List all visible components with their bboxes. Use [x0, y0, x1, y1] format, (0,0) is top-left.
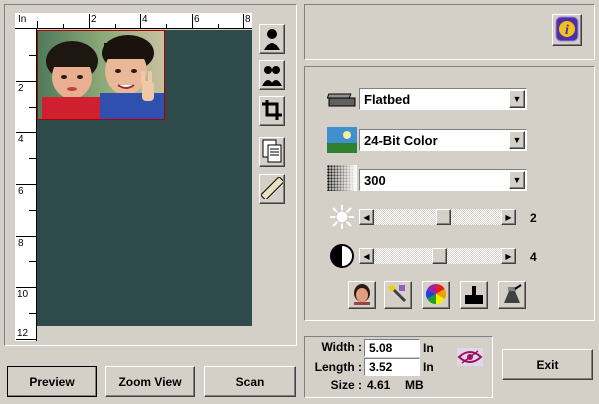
length-unit: In — [423, 360, 434, 374]
resolution-select[interactable]: 300 ▼ — [359, 169, 527, 191]
brightness-slider[interactable]: ◀ ▶ — [359, 208, 516, 226]
zoom-view-button[interactable]: Zoom View — [105, 366, 195, 397]
auto-level-icon — [351, 283, 373, 308]
ruler-top-tick: 4 — [142, 14, 148, 25]
svg-text:i: i — [565, 23, 569, 38]
crop-button[interactable] — [259, 96, 285, 126]
color-mode-value: 24-Bit Color — [364, 132, 438, 148]
auto-crop-button[interactable] — [259, 60, 285, 90]
ruler-left-tick: 2 — [18, 83, 24, 94]
ruler-top-tick: 8 — [245, 14, 251, 25]
multi-page-icon — [262, 139, 282, 166]
auto-crop-icon — [262, 62, 282, 89]
ruler-icon — [259, 175, 285, 202]
scan-button[interactable]: Scan — [204, 366, 296, 397]
scanner-settings-button[interactable] — [498, 281, 526, 309]
exit-button-label: Exit — [536, 357, 559, 372]
exit-button[interactable]: Exit — [502, 349, 593, 380]
ruler-top-tick: 2 — [91, 14, 97, 25]
ruler-left-tick: 4 — [18, 134, 24, 145]
resolution-dots-icon — [327, 165, 357, 194]
preview-button-label: Preview — [29, 374, 75, 389]
width-label: Width : — [321, 340, 362, 354]
preview-button[interactable]: Preview — [7, 366, 97, 397]
resolution-value: 300 — [364, 172, 386, 188]
size-label: Size : — [330, 378, 362, 392]
ruler-left-tick: 12 — [17, 328, 29, 339]
color-balance-icon — [425, 283, 447, 308]
tone-curve-button[interactable] — [460, 281, 488, 309]
width-unit: In — [423, 341, 434, 355]
left-ruler: 2 4 6 8 10 12 — [15, 29, 37, 341]
ruler-left-tick: 6 — [18, 186, 24, 197]
portrait-button[interactable] — [259, 24, 285, 54]
portrait-icon — [262, 26, 282, 53]
contrast-icon — [329, 243, 355, 272]
brightness-track[interactable] — [374, 209, 501, 225]
length-field[interactable]: 3.52 — [364, 358, 420, 376]
chevron-down-icon[interactable]: ▼ — [509, 171, 525, 189]
contrast-thumb[interactable] — [432, 248, 447, 264]
preview-eye-button[interactable] — [455, 346, 485, 370]
scan-button-label: Scan — [235, 374, 265, 389]
zoom-view-button-label: Zoom View — [118, 374, 182, 389]
slider-right-arrow[interactable]: ▶ — [501, 209, 516, 225]
crop-icon — [262, 99, 282, 124]
flatbed-scanner-icon — [326, 88, 357, 113]
width-field[interactable]: 5.08 — [364, 339, 420, 357]
scan-source-value: Flatbed — [364, 91, 411, 107]
scan-bed-margin — [37, 326, 252, 341]
ruler-left-tick: 8 — [18, 238, 24, 249]
length-label: Length : — [314, 360, 362, 374]
ruler-top-tick: 6 — [194, 14, 200, 25]
slider-right-arrow[interactable]: ▶ — [501, 248, 516, 264]
color-mode-select[interactable]: 24-Bit Color ▼ — [359, 129, 527, 151]
scan-source-select[interactable]: Flatbed ▼ — [359, 88, 527, 110]
brightness-sun-icon — [329, 204, 355, 233]
brightness-value: 2 — [530, 211, 537, 225]
size-value: 4.61 — [367, 378, 391, 392]
preview-image-selection[interactable] — [37, 30, 165, 120]
top-ruler: In 2 4 6 8 — [15, 13, 252, 29]
size-unit: MB — [405, 378, 424, 392]
auto-level-button[interactable] — [348, 281, 376, 309]
brightness-thumb[interactable] — [436, 209, 451, 225]
multi-page-button[interactable] — [259, 137, 285, 167]
chevron-down-icon[interactable]: ▼ — [509, 90, 525, 108]
slider-left-arrow[interactable]: ◀ — [359, 248, 374, 264]
contrast-track[interactable] — [374, 248, 501, 264]
magic-wand-icon — [387, 283, 409, 308]
contrast-value: 4 — [530, 250, 537, 264]
tone-curve-icon — [463, 283, 485, 308]
magic-wand-button[interactable] — [384, 281, 412, 309]
ruler-left-tick: 10 — [17, 289, 29, 300]
slider-left-arrow[interactable]: ◀ — [359, 209, 374, 225]
contrast-slider[interactable]: ◀ ▶ — [359, 247, 516, 265]
eye-icon — [456, 347, 484, 370]
color-balance-button[interactable] — [422, 281, 450, 309]
info-button[interactable]: i — [552, 14, 582, 46]
ruler-button[interactable] — [259, 174, 285, 204]
scanner-settings-icon — [501, 283, 523, 308]
chevron-down-icon[interactable]: ▼ — [509, 131, 525, 149]
info-icon: i — [555, 16, 579, 45]
color-photo-icon — [327, 127, 357, 156]
